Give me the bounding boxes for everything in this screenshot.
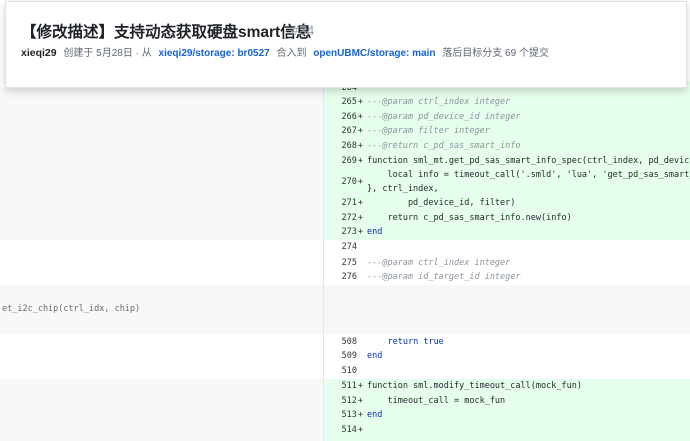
code-text: ---@param ctrl_index integer: [367, 258, 511, 268]
code-text: ---@param id_target_id integer: [367, 272, 521, 282]
diff-row[interactable]: 266 ---@param pd_device_id integer: [324, 110, 690, 124]
diff-row[interactable]: 270 local info = timeout_call('.smld', '…: [324, 168, 690, 196]
pr-author[interactable]: xieqi29: [21, 47, 57, 59]
diff-row[interactable]: 272 return c_pd_sas_smart_info.new(info): [324, 211, 690, 225]
diff-row[interactable]: 271 pd_device_id, filter): [324, 196, 690, 210]
diff-row[interactable]: 276 ---@param id_target_id integer: [324, 270, 690, 284]
diff-row[interactable]: 268 ---@return c_pd_sas_smart_info: [324, 139, 690, 153]
left-context-area-2: [0, 334, 323, 379]
code-text: end: [367, 227, 383, 237]
left-context-area: [0, 240, 323, 285]
pr-merge-into: 合入到: [276, 48, 307, 59]
diff-row[interactable]: 509 end: [324, 349, 690, 363]
code-text: ---@param filter integer: [367, 126, 490, 136]
pr-number[interactable]: #34: [291, 22, 314, 38]
line-number: 512: [324, 394, 363, 408]
code-text-wrap: }, ctrl_index,: [367, 184, 439, 194]
code-text: ---@param ctrl_index integer: [367, 97, 511, 107]
line-number: 269: [324, 154, 363, 168]
line-number: 276: [341, 272, 357, 282]
code-text: ---@param pd_device_id integer: [367, 112, 521, 122]
pr-source-branch[interactable]: xieqi29/storage: br0527: [159, 48, 270, 59]
code-text: return true: [367, 335, 690, 349]
diff-row[interactable]: 508 return true: [324, 335, 690, 349]
line-number: 513: [324, 408, 363, 422]
diff-row[interactable]: 265 ---@param ctrl_index integer: [324, 95, 690, 109]
left-code-line: et_i2c_chip(ctrl_idx, chip): [2, 304, 141, 314]
code-text: local info = timeout_call('.smld', 'lua'…: [387, 170, 690, 180]
code-text: return c_pd_sas_smart_info.new(info): [367, 213, 572, 223]
line-number: 514: [324, 423, 363, 437]
line-number: 268: [324, 139, 363, 153]
line-number: 266: [324, 110, 363, 124]
code-text: ---@return c_pd_sas_smart_info: [367, 141, 521, 151]
line-number: 509: [341, 351, 357, 361]
line-number: 272: [324, 211, 363, 225]
line-number: 275: [341, 258, 357, 268]
diff-row[interactable]: 513 end: [324, 408, 690, 422]
line-number: 508: [341, 337, 357, 347]
line-number: 511: [324, 379, 363, 393]
pr-title: 【修改描述】支持动态获取硬盘smart信息: [21, 24, 312, 41]
pr-created: 创建于 5月28日 · 从: [63, 48, 152, 59]
line-number: 510: [341, 366, 357, 376]
diff-row[interactable]: 510: [324, 364, 690, 378]
true-keyword: true: [423, 337, 444, 347]
line-number: 270: [324, 175, 363, 189]
left-removed-area: [0, 88, 323, 240]
code-text: end: [367, 351, 383, 361]
line-number: 274: [341, 242, 357, 252]
diff-row[interactable]: 269 function sml_mt.get_pd_sas_smart_inf…: [324, 154, 690, 168]
diff-row[interactable]: 274: [324, 240, 690, 254]
diff-row[interactable]: 511 function sml.modify_timeout_call(moc…: [324, 379, 690, 393]
right-collapsed-area: [324, 285, 690, 334]
line-number: 273: [324, 225, 363, 239]
code-text: end: [367, 410, 383, 420]
code-text: timeout_call = mock_fun: [367, 396, 506, 406]
diff-row[interactable]: 275 ---@param ctrl_index integer: [324, 256, 690, 270]
diff-row[interactable]: 512 timeout_call = mock_fun: [324, 394, 690, 408]
line-number: 271: [324, 196, 363, 210]
code-text: function sml_mt.get_pd_sas_smart_info_sp…: [367, 156, 690, 166]
left-removed-area-2: [0, 379, 323, 441]
diff-row[interactable]: 267 ---@param filter integer: [324, 124, 690, 138]
pr-behind-count: 落后目标分支 69 个提交: [442, 48, 549, 59]
line-number: 267: [324, 124, 363, 138]
code-text: pd_device_id, filter): [367, 198, 516, 208]
code-text: function sml.modify_timeout_call(mock_fu…: [367, 381, 582, 391]
diff-row[interactable]: 273 end: [324, 225, 690, 239]
line-number: 265: [324, 95, 363, 109]
pr-meta: xieqi29 创建于 5月28日 · 从 xieqi29/storage: b…: [21, 44, 553, 59]
return-keyword: return: [387, 337, 419, 347]
pr-header-card: 【修改描述】支持动态获取硬盘smart信息 #34 xieqi29 创建于 5月…: [5, 1, 687, 88]
pr-target-branch[interactable]: openUBMC/storage: main: [313, 48, 435, 59]
diff-row[interactable]: 514: [324, 423, 690, 437]
